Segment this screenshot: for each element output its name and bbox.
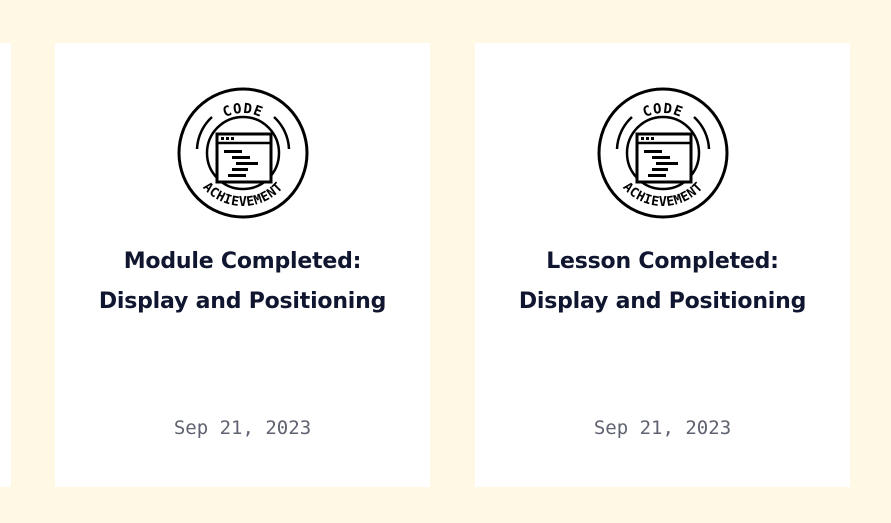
achievement-title: Lesson Completed: Display and Positionin… [495,242,830,322]
achievement-title: Module Completed: Display and Positionin… [75,242,410,322]
achievement-date: Sep 21, 2023 [593,417,732,439]
achievement-card-module: CODE ACHIEVEMENT Module Completed: Displ… [55,43,430,487]
achievement-title-line-1: Module Completed: [123,249,362,274]
previous-achievement-card-partial [0,43,11,487]
achievement-date: Sep 21, 2023 [173,417,312,439]
code-achievement-badge-icon: CODE ACHIEVEMENT [177,87,309,219]
achievement-title-line-1: Lesson Completed: [546,249,779,274]
achievement-card-lesson: CODE ACHIEVEMENT Lesson Completed: Displ… [475,43,850,487]
achievement-title-line-2: Display and Positioning [98,289,387,314]
code-achievement-badge-icon: CODE ACHIEVEMENT [597,87,729,219]
achievement-title-line-2: Display and Positioning [518,289,807,314]
